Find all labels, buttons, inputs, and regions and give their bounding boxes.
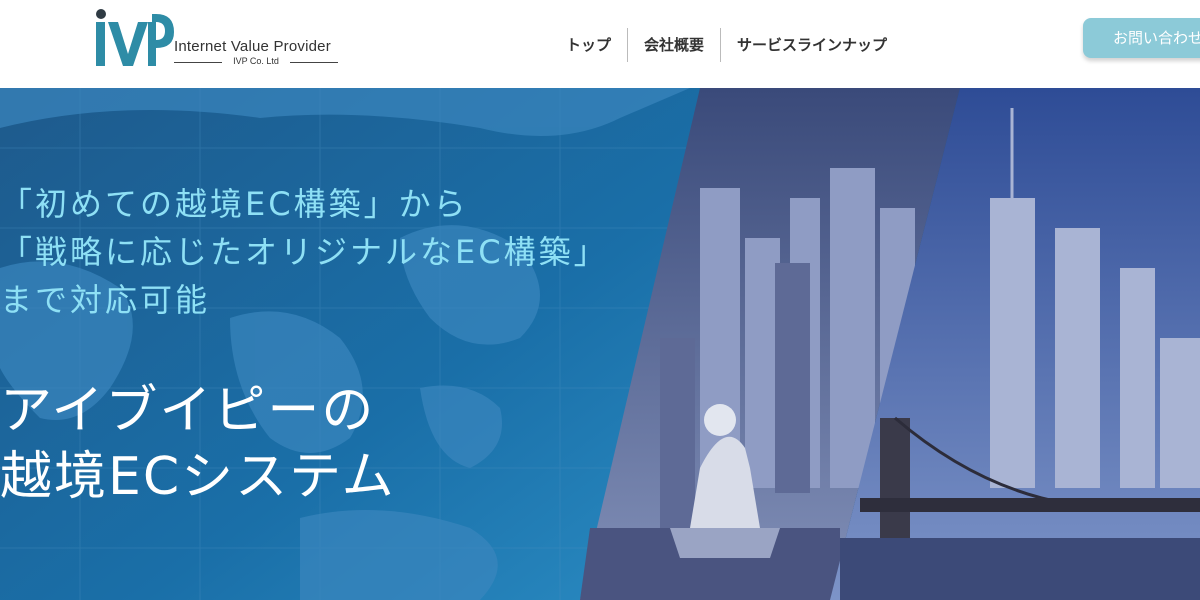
ivp-logo-icon <box>96 9 174 66</box>
hero-tagline-line1: 「初めての越境EC構築」から <box>0 185 469 223</box>
hero-title: アイブイピーの 越境ECシステム <box>0 378 396 510</box>
nav-item-top[interactable]: トップ <box>550 28 627 62</box>
logo[interactable]: Internet Value Provider IVP Co. Ltd <box>90 8 350 72</box>
contact-button[interactable]: お問い合わせ <box>1083 18 1200 58</box>
hero-tagline-line3: まで対応可能 <box>0 281 211 319</box>
hero-tagline-line2: 「戦略に応じたオリジナルなEC構築」 <box>0 233 609 271</box>
nav-item-company[interactable]: 会社概要 <box>628 28 720 62</box>
hero-title-line2: 越境ECシステム <box>0 447 396 507</box>
logo-company: IVP Co. Ltd <box>174 56 338 66</box>
logo-name: Internet Value Provider <box>174 38 331 55</box>
main-nav: トップ 会社概要 サービスラインナップ <box>550 28 903 62</box>
nav-item-services[interactable]: サービスラインナップ <box>721 28 903 62</box>
hero-title-line1: アイブイピーの <box>0 381 376 441</box>
hero-banner: 「初めての越境EC構築」から 「戦略に応じたオリジナルなEC構築」 まで対応可能… <box>0 88 1200 600</box>
hero-background <box>0 88 1200 600</box>
world-map-icon <box>0 88 700 600</box>
hero-tagline: 「初めての越境EC構築」から 「戦略に応じたオリジナルなEC構築」 まで対応可能 <box>0 180 609 324</box>
site-header: Internet Value Provider IVP Co. Ltd トップ … <box>0 0 1200 88</box>
